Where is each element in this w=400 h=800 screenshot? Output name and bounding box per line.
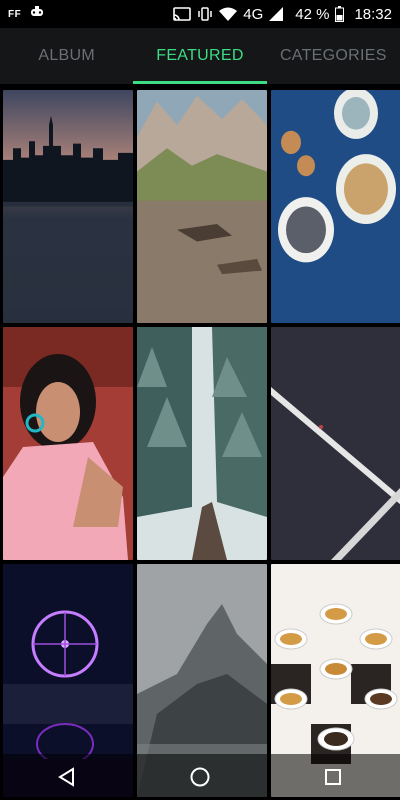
clock: 18:32 xyxy=(354,5,392,23)
battery-percent: 42 % xyxy=(295,5,330,23)
tab-featured[interactable]: FEATURED xyxy=(133,28,267,84)
wallpaper-minimal-lines[interactable] xyxy=(271,327,400,560)
wallpaper-city-skyline[interactable] xyxy=(3,90,133,323)
recents-icon xyxy=(325,769,342,785)
system-nav-bar xyxy=(0,754,400,800)
signal-icon xyxy=(269,7,284,21)
battery-icon xyxy=(335,6,345,22)
tab-categories[interactable]: CATEGORIES xyxy=(267,28,400,84)
home-icon xyxy=(190,767,210,787)
vibrate-icon xyxy=(197,6,213,22)
wallpaper-mountain-lake[interactable] xyxy=(137,90,267,323)
home-button[interactable] xyxy=(170,754,230,800)
wallpaper-grid xyxy=(0,90,400,800)
wallpaper-food-bowls[interactable] xyxy=(271,90,400,323)
cast-icon xyxy=(173,7,192,21)
notification-ff-icon: FF xyxy=(8,8,22,20)
game-controller-icon xyxy=(29,5,45,23)
wallpaper-snowy-forest[interactable] xyxy=(137,327,267,560)
tab-bar: ALBUM FEATURED CATEGORIES xyxy=(0,28,400,85)
back-button[interactable] xyxy=(37,754,97,800)
wifi-icon xyxy=(219,7,238,21)
recents-button[interactable] xyxy=(303,754,363,800)
wallpaper-woman-portrait[interactable] xyxy=(3,327,133,560)
back-icon xyxy=(57,767,74,787)
network-type: 4G xyxy=(243,5,264,23)
status-bar: FF 4G 42 % 18:32 xyxy=(0,0,400,28)
tab-album[interactable]: ALBUM xyxy=(0,28,133,84)
